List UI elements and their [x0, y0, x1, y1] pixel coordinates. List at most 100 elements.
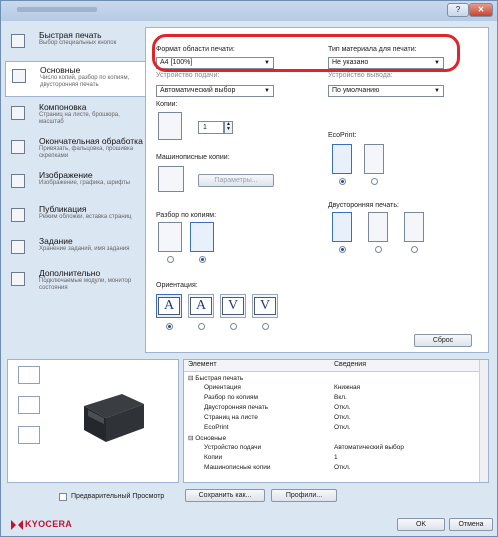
nav-subtitle: Число копий, разбор по копиям, двусторон…: [40, 75, 130, 88]
orientation-portrait-radio[interactable]: [166, 323, 173, 330]
profiles-button[interactable]: Профили...: [271, 489, 337, 502]
reset-button[interactable]: Сброс: [414, 334, 472, 347]
row-value: Автоматический выбор: [334, 444, 404, 451]
orientation-portrait-rotated-radio[interactable]: [198, 323, 205, 330]
table-row[interactable]: EcoPrint Откл.: [184, 423, 480, 433]
nav-item-layout[interactable]: Компоновка Страниц на листе, брошюра, ма…: [5, 99, 145, 129]
table-row[interactable]: ⊟ Основные: [184, 433, 480, 443]
row-key: Разбор по копиям: [204, 394, 258, 401]
orientation-landscape[interactable]: V: [220, 294, 246, 318]
nav-item-publishing[interactable]: Публикация Режим обложки, вставка страни…: [5, 201, 145, 231]
advanced-icon: [11, 272, 25, 286]
uncollated-icon[interactable]: [158, 222, 182, 252]
kyocera-logo-icon: [11, 520, 23, 530]
nav-title: Изображение: [39, 170, 93, 180]
row-key: Копии: [204, 454, 223, 461]
job-icon: [11, 240, 25, 254]
table-scrollbar[interactable]: [479, 360, 488, 482]
printer-image: [84, 394, 144, 442]
duplex-label: Двусторонняя печать:: [328, 202, 399, 209]
duplex-long-radio[interactable]: [375, 246, 382, 253]
nav-subtitle: Страниц на листе, брошюра, масштаб: [39, 112, 120, 125]
title-bar: ? ✕: [1, 1, 497, 21]
destination-value: По умолчанию: [332, 87, 380, 94]
source-label: Устройство подачи:: [156, 72, 220, 79]
orientation-landscape-radio[interactable]: [230, 323, 237, 330]
nav-item-basic[interactable]: Основные Число копий, разбор по копиям, …: [5, 61, 145, 97]
ecoprint-off-icon[interactable]: [332, 144, 352, 174]
chevron-down-icon: ▼: [434, 88, 440, 94]
chevron-down-icon: ▼: [264, 88, 270, 94]
row-key: ⊟ Основные: [188, 435, 227, 442]
ok-button[interactable]: OK: [397, 518, 445, 531]
ecoprint-label: EcoPrint:: [328, 132, 357, 139]
table-row[interactable]: Разбор по копиям Вкл.: [184, 393, 480, 403]
orientation-landscape-rotated[interactable]: V: [252, 294, 278, 318]
orientation-glyph: V: [222, 297, 244, 315]
duplex-off-icon[interactable]: [332, 212, 352, 242]
finishing-icon: [11, 140, 25, 154]
collated-icon[interactable]: [190, 222, 214, 252]
row-value: Книжная: [334, 384, 361, 391]
copies-input[interactable]: 1: [198, 121, 224, 134]
nav-subtitle: Выбор специальных кнопок: [39, 40, 117, 46]
table-row[interactable]: Ориентация Книжная: [184, 383, 480, 393]
table-row[interactable]: Устройство подачи Автоматический выбор: [184, 443, 480, 453]
parameters-button[interactable]: Параметры...: [198, 174, 274, 187]
cancel-button[interactable]: Отмена: [449, 518, 493, 531]
column-info: Сведения: [334, 361, 366, 368]
table-row[interactable]: Машинописные копии Откл.: [184, 463, 480, 473]
orientation-portrait-rotated[interactable]: A: [188, 294, 214, 318]
table-row[interactable]: ⊟ Быстрая печать: [184, 373, 480, 383]
page-view-tab[interactable]: [18, 396, 40, 414]
source-value: Автоматический выбор: [160, 87, 236, 94]
duplex-long-edge-icon[interactable]: [368, 212, 388, 242]
printer-view-tab[interactable]: [18, 366, 40, 384]
column-element: Элемент: [188, 361, 217, 368]
row-key: Страниц на листе: [204, 414, 258, 421]
orientation-portrait[interactable]: A: [156, 294, 182, 318]
orientation-glyph: A: [190, 297, 212, 315]
color-view-tab[interactable]: [18, 426, 40, 444]
copies-icon: [158, 112, 182, 140]
table-row[interactable]: Двусторонняя печать Откл.: [184, 403, 480, 413]
row-key: EcoPrint: [204, 424, 229, 431]
nav-item-job[interactable]: Задание Хранение заданий, имя задания: [5, 233, 145, 263]
nav-item-finishing[interactable]: Окончательная обработка Привязать, фальц…: [5, 133, 145, 163]
brand-logo: KYOCERA: [25, 519, 73, 529]
duplex-short-edge-icon[interactable]: [404, 212, 424, 242]
copies-stepper[interactable]: ▲ ▼: [224, 121, 233, 134]
duplex-short-radio[interactable]: [411, 246, 418, 253]
nav-subtitle: Подключаемые модули, монитор состояния: [39, 278, 132, 291]
ecoprint-on-radio[interactable]: [371, 178, 378, 185]
destination-select[interactable]: По умолчанию ▼: [328, 85, 444, 97]
ecoprint-off-radio[interactable]: [339, 178, 346, 185]
table-header: Элемент Сведения: [184, 360, 480, 372]
orientation-landscape-rotated-radio[interactable]: [262, 323, 269, 330]
nav-item-advanced[interactable]: Дополнительно Подключаемые модули, монит…: [5, 265, 145, 295]
settings-nav: Быстрая печать Выбор специальных кнопок …: [5, 27, 145, 357]
uncollated-radio[interactable]: [167, 256, 174, 263]
table-row[interactable]: Копии 1: [184, 453, 480, 463]
row-value: 1: [334, 454, 338, 461]
row-key: Машинописные копии: [204, 464, 271, 471]
close-button[interactable]: ✕: [469, 3, 493, 17]
collated-radio[interactable]: [199, 256, 206, 263]
nav-title: Окончательная обработка: [39, 136, 143, 146]
row-value: Откл.: [334, 414, 351, 421]
nav-item-imaging[interactable]: Изображение Изображение, графика, шрифты: [5, 167, 145, 197]
ecoprint-on-icon[interactable]: [364, 144, 384, 174]
duplex-off-radio[interactable]: [339, 246, 346, 253]
help-button[interactable]: ?: [447, 3, 469, 17]
save-as-button[interactable]: Сохранить как...: [185, 489, 265, 502]
carbon-copies-icon: [158, 166, 184, 192]
carbon-copies-label: Машинописные копии:: [156, 154, 230, 161]
preview-checkbox[interactable]: [59, 493, 67, 501]
nav-subtitle: Хранение заданий, имя задания: [39, 246, 130, 252]
source-select[interactable]: Автоматический выбор ▼: [156, 85, 274, 97]
table-row[interactable]: Страниц на листе Откл.: [184, 413, 480, 423]
print-settings-window: ? ✕ Быстрая печать Выбор специальных кно…: [0, 0, 498, 537]
nav-item-quick-print[interactable]: Быстрая печать Выбор специальных кнопок: [5, 27, 145, 57]
highlight-annotation: [152, 34, 460, 72]
nav-title: Основные: [40, 65, 81, 75]
